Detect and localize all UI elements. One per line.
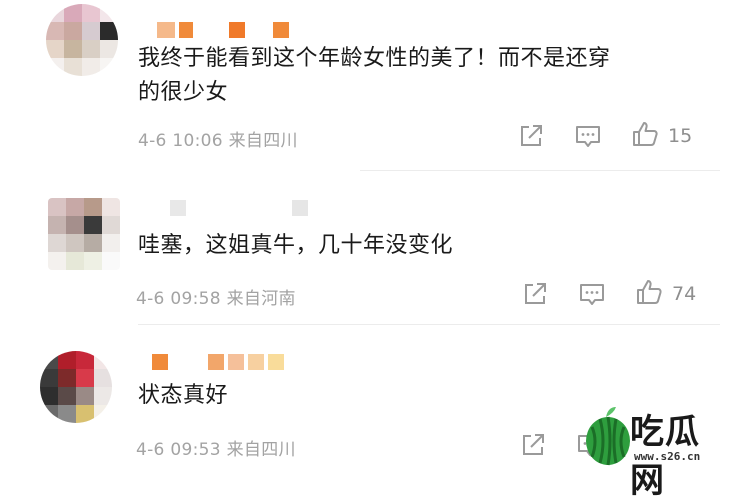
username[interactable]	[170, 200, 308, 216]
like-count: 15	[668, 125, 693, 147]
avatar[interactable]	[40, 351, 112, 423]
comment-item: 哇塞，这姐真牛，几十年没变化 4-6 09:58 来自河南 74	[0, 170, 731, 325]
watermark-url: www.s26.cn	[634, 450, 701, 463]
comment-meta: 4-6 09:58 来自河南	[136, 284, 296, 309]
like-icon[interactable]	[635, 278, 663, 306]
location: 来自四川	[228, 131, 298, 151]
location: 来自四川	[226, 440, 296, 460]
site-watermark: 吃瓜网 www.s26.cn	[582, 402, 731, 501]
timestamp: 4-6 09:58	[136, 289, 221, 309]
comment-item: 我终于能看到这个年龄女性的美了！而不是还穿 的很少女 4-6 10:06 来自四…	[0, 0, 731, 170]
avatar[interactable]	[48, 198, 120, 270]
timestamp: 4-6 09:53	[136, 440, 221, 460]
like-icon[interactable]	[631, 120, 659, 148]
watermelon-logo-icon	[586, 407, 630, 466]
timestamp: 4-6 10:06	[138, 131, 223, 151]
username[interactable]	[152, 354, 284, 370]
comment-text: 哇塞，这姐真牛，几十年没变化	[138, 233, 454, 258]
comment-icon[interactable]	[578, 280, 606, 308]
share-icon[interactable]	[521, 280, 549, 308]
comment-meta: 4-6 10:06 来自四川	[138, 126, 298, 151]
location: 来自河南	[226, 289, 296, 309]
comment-text: 我终于能看到这个年龄女性的美了！而不是还穿 的很少女	[138, 46, 611, 105]
share-icon[interactable]	[519, 431, 547, 459]
comment-icon[interactable]	[574, 122, 602, 150]
share-icon[interactable]	[517, 122, 545, 150]
comment-meta: 4-6 09:53 来自四川	[136, 435, 296, 460]
username[interactable]	[157, 22, 289, 38]
like-count: 74	[672, 283, 697, 305]
avatar[interactable]	[46, 4, 118, 76]
